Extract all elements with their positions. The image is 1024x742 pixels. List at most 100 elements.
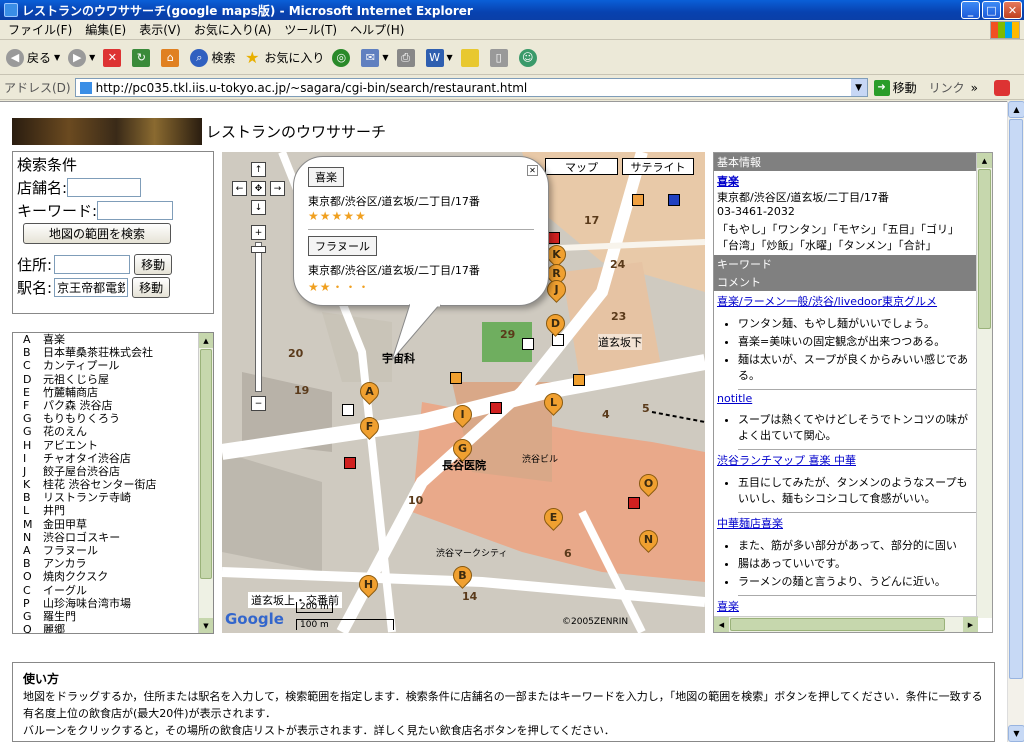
- info-vertical-scrollbar[interactable]: ▲: [976, 153, 992, 618]
- keyword-input[interactable]: [97, 201, 174, 220]
- poi-icon[interactable]: [548, 232, 560, 244]
- poi-icon[interactable]: [628, 497, 640, 509]
- poi-icon[interactable]: [668, 194, 680, 206]
- restaurant-list-item[interactable]: C カンティプール: [13, 359, 213, 372]
- close-button[interactable]: ✕: [1003, 1, 1022, 19]
- maximize-button[interactable]: □: [982, 1, 1001, 19]
- poi-icon[interactable]: [632, 194, 644, 206]
- messenger-button[interactable]: ☺: [518, 48, 540, 67]
- poi-icon[interactable]: [344, 457, 356, 469]
- restaurant-list-item[interactable]: B アンカラ: [13, 557, 213, 570]
- restaurant-list-item[interactable]: P 山珍海味台湾市場: [13, 597, 213, 610]
- info-horizontal-scrollbar[interactable]: ◀ ▶: [714, 616, 978, 632]
- restaurant-list-item[interactable]: E 竹麓輔商店: [13, 386, 213, 399]
- address-input[interactable]: http://pc035.tkl.iis.u-tokyo.ac.jp/~saga…: [74, 78, 868, 97]
- scroll-up-icon[interactable]: ▲: [977, 153, 992, 168]
- restaurant-list-scrollbar[interactable]: ▲ ▼: [198, 333, 213, 633]
- map[interactable]: 19 20 24 29 10 6 4 5 23 14 17 道玄坂下 宇宙科 長…: [222, 152, 705, 633]
- restaurant-list-item[interactable]: A フラヌール: [13, 544, 213, 557]
- research-button[interactable]: ▯: [489, 48, 511, 67]
- pan-center-icon[interactable]: ✥: [251, 181, 266, 196]
- stop-button[interactable]: ✕: [103, 48, 124, 67]
- page-vertical-scrollbar[interactable]: ▲ ▼: [1007, 101, 1024, 742]
- map-type-satellite-button[interactable]: サテライト: [622, 158, 694, 175]
- zoom-slider[interactable]: [255, 242, 262, 392]
- poi-icon[interactable]: [490, 402, 502, 414]
- menu-help[interactable]: ヘルプ(H): [350, 21, 404, 38]
- review-source-link[interactable]: 渋谷ランチマップ 喜楽 中華: [714, 450, 978, 470]
- restaurant-list-item[interactable]: Q 麗郷: [13, 623, 213, 633]
- print-button[interactable]: ⎙: [396, 48, 418, 67]
- restaurant-list-item[interactable]: G 花のえん: [13, 425, 213, 438]
- media-button[interactable]: ◎: [332, 48, 353, 67]
- poi-icon[interactable]: [450, 372, 462, 384]
- search-map-area-button[interactable]: 地図の範囲を検索: [23, 223, 171, 244]
- restaurant-list-item[interactable]: I チャオタイ渋谷店: [13, 452, 213, 465]
- forward-button[interactable]: ▶ ▼: [68, 48, 95, 67]
- addon-icon[interactable]: [993, 79, 1010, 96]
- links-expand-icon[interactable]: »: [971, 81, 978, 95]
- restaurant-list-item[interactable]: A 喜楽: [13, 333, 213, 346]
- scroll-up-icon[interactable]: ▲: [1008, 101, 1024, 118]
- address-move-button[interactable]: 移動: [134, 254, 173, 275]
- review-source-link[interactable]: 喜楽: [714, 596, 978, 616]
- edit-button[interactable]: W ▼: [425, 48, 453, 67]
- menu-favorites[interactable]: お気に入り(A): [194, 21, 272, 38]
- restaurant-list-item[interactable]: D 元祖くじら屋: [13, 373, 213, 386]
- station-move-button[interactable]: 移動: [132, 277, 171, 298]
- restaurant-list-item[interactable]: J 餃子屋台渋谷店: [13, 465, 213, 478]
- station-input[interactable]: [54, 278, 129, 297]
- address-dropdown-icon[interactable]: ▼: [850, 79, 867, 96]
- balloon-restaurant-button[interactable]: 喜楽: [308, 167, 344, 187]
- balloon-restaurant-button[interactable]: フラヌール: [308, 236, 377, 256]
- address-field-input[interactable]: [54, 255, 131, 274]
- pan-up-icon[interactable]: ↑: [251, 162, 266, 177]
- favorites-button[interactable]: ★ お気に入り: [243, 48, 324, 67]
- scroll-right-icon[interactable]: ▶: [963, 617, 978, 632]
- refresh-button[interactable]: ↻: [132, 48, 153, 67]
- restaurant-list-item[interactable]: N 渋谷ロゴスキー: [13, 531, 213, 544]
- scroll-down-icon[interactable]: ▼: [199, 618, 213, 633]
- restaurant-list-item[interactable]: C イーグル: [13, 584, 213, 597]
- menu-edit[interactable]: 編集(E): [85, 21, 126, 38]
- home-button[interactable]: ⌂: [161, 48, 182, 67]
- restaurant-list-item[interactable]: M 金田甲草: [13, 518, 213, 531]
- scroll-up-icon[interactable]: ▲: [199, 333, 213, 348]
- map-type-map-button[interactable]: マップ: [545, 158, 618, 175]
- poi-icon[interactable]: [342, 404, 354, 416]
- restaurant-list-item[interactable]: G 羅生門: [13, 610, 213, 623]
- shop-name-input[interactable]: [67, 178, 142, 197]
- scroll-thumb[interactable]: [200, 349, 212, 579]
- restaurant-list-item[interactable]: G もりもりくろう: [13, 412, 213, 425]
- review-source-link[interactable]: 中華麺店喜楽: [714, 513, 978, 533]
- poi-icon[interactable]: [522, 338, 534, 350]
- scroll-left-icon[interactable]: ◀: [714, 617, 729, 632]
- zoom-out-icon[interactable]: −: [251, 396, 266, 411]
- review-source-link[interactable]: 喜楽/ラーメン一般/渋谷/livedoor東京グルメ: [714, 291, 978, 311]
- pan-down-icon[interactable]: ↓: [251, 200, 266, 215]
- zoom-in-icon[interactable]: +: [251, 225, 266, 240]
- back-button[interactable]: ◀ 戻る ▼: [6, 48, 60, 67]
- review-source-link[interactable]: notitle: [714, 390, 978, 407]
- balloon-close-icon[interactable]: ✕: [527, 165, 538, 176]
- restaurant-list-item[interactable]: B 日本華桑茶荘株式会社: [13, 346, 213, 359]
- menu-file[interactable]: ファイル(F): [8, 21, 72, 38]
- discuss-button[interactable]: [460, 48, 482, 67]
- menu-view[interactable]: 表示(V): [139, 21, 181, 38]
- menu-tools[interactable]: ツール(T): [284, 21, 337, 38]
- scroll-down-icon[interactable]: ▼: [1008, 725, 1024, 742]
- restaurant-list-item[interactable]: F パク森 渋谷店: [13, 399, 213, 412]
- links-label[interactable]: リンク: [929, 79, 965, 96]
- go-button[interactable]: ➜ 移動: [873, 79, 917, 96]
- poi-icon[interactable]: [573, 374, 585, 386]
- restaurant-list-item[interactable]: B リストランテ寺崎: [13, 491, 213, 504]
- info-restaurant-link[interactable]: 喜楽: [717, 175, 739, 188]
- mail-button[interactable]: ✉ ▼: [361, 48, 389, 67]
- restaurant-list-item[interactable]: H アビエント: [13, 439, 213, 452]
- pan-right-icon[interactable]: →: [270, 181, 285, 196]
- scroll-thumb[interactable]: [978, 169, 991, 329]
- restaurant-list-item[interactable]: O 焼肉ククスク: [13, 570, 213, 583]
- search-button[interactable]: ⌕ 検索: [190, 48, 235, 67]
- restaurant-list-item[interactable]: L 井門: [13, 504, 213, 517]
- scroll-thumb[interactable]: [730, 618, 945, 631]
